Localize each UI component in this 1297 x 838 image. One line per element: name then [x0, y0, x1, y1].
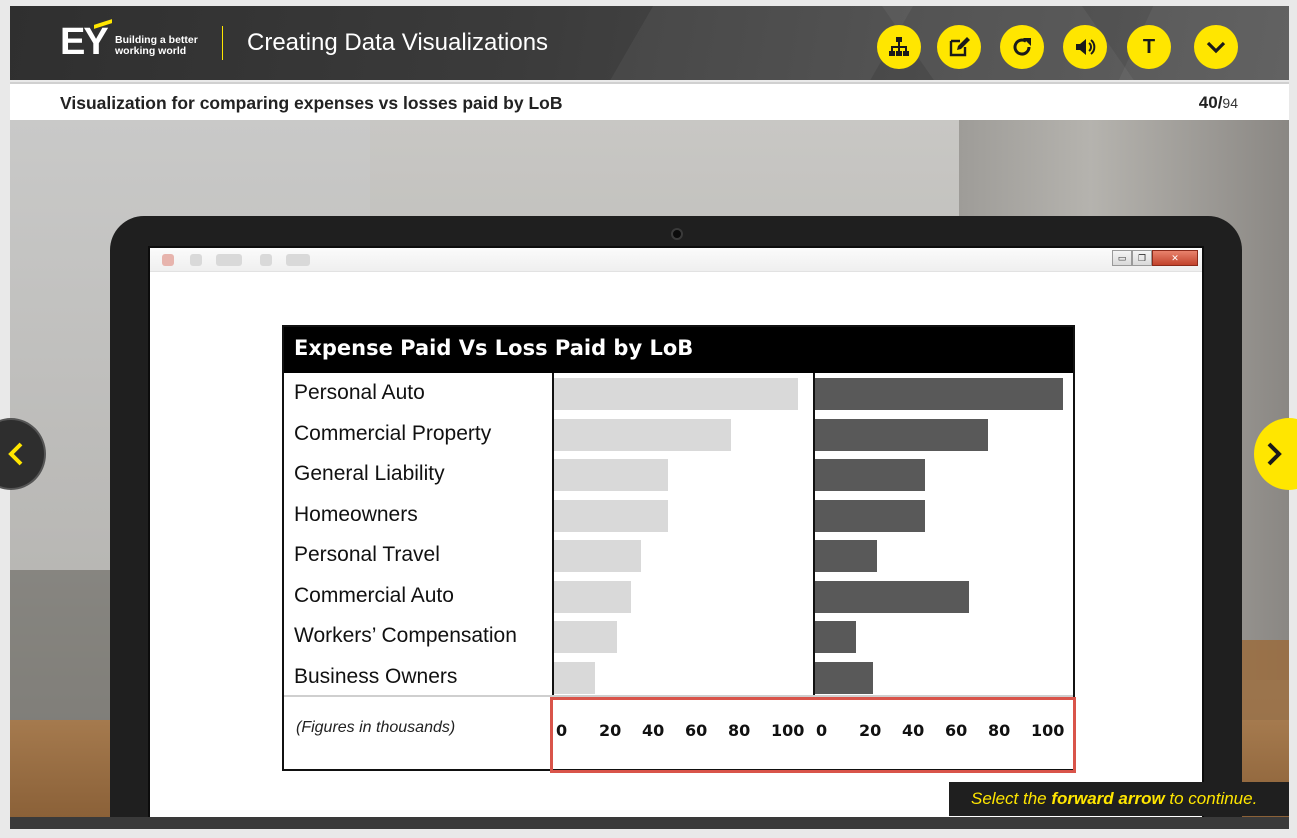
audio-button[interactable] — [1063, 25, 1107, 69]
laptop: ▭ ❐ ✕ Expense Paid Vs Loss Paid by LoB (… — [110, 216, 1242, 817]
chart-footnote: (Figures in thousands) — [296, 719, 456, 736]
webcam — [671, 228, 683, 240]
category-label: Commercial Property — [294, 421, 492, 445]
loss-bar — [815, 621, 856, 653]
loss-bar — [815, 499, 926, 532]
t-letter-icon: T — [1142, 35, 1156, 58]
header-divider — [222, 26, 223, 60]
category-label: Personal Travel — [294, 543, 440, 566]
category-label: Workers’ Compensation — [294, 624, 517, 647]
expense-axis-tick: 40 — [642, 721, 665, 740]
more-button[interactable] — [1194, 25, 1238, 69]
expense-axis-tick: 0 — [556, 721, 568, 740]
speaker-icon — [1076, 39, 1096, 55]
chart-title: Expense Paid Vs Loss Paid by LoB — [284, 327, 1073, 373]
close-button[interactable]: ✕ — [1152, 250, 1198, 266]
loss-axis-tick: 80 — [988, 721, 1011, 740]
powerpoint-titlebar: ▭ ❐ ✕ — [150, 248, 1202, 272]
edit-icon — [949, 37, 970, 57]
category-label: General Liability — [294, 462, 445, 485]
loss-axis-tick: 40 — [902, 721, 925, 740]
chevron-left-icon — [8, 442, 23, 466]
chevron-right-icon — [1267, 442, 1282, 466]
loss-axis-tick: 0 — [816, 721, 828, 740]
expense-bar — [554, 661, 596, 694]
laptop-screen: ▭ ❐ ✕ Expense Paid Vs Loss Paid by LoB (… — [148, 246, 1204, 817]
loss-bar — [815, 378, 1063, 410]
continue-prompt: Select the forward arrow to continue. — [949, 782, 1289, 816]
restore-button[interactable]: ❐ — [1132, 250, 1152, 266]
expense-axis-tick: 100 — [771, 721, 805, 740]
sitemap-icon — [889, 37, 909, 56]
course-title: Creating Data Visualizations — [247, 29, 549, 56]
loss-bar — [815, 580, 969, 613]
category-label: Business Owners — [294, 664, 458, 688]
course-header: EY Building a better working world Creati… — [10, 6, 1289, 80]
replay-button[interactable] — [1000, 25, 1044, 69]
category-label: Commercial Auto — [294, 583, 454, 607]
loss-bar — [815, 418, 988, 451]
menu-button[interactable] — [877, 25, 921, 69]
refresh-icon — [1013, 38, 1031, 56]
expense-bar — [554, 621, 617, 653]
chevron-down-icon — [1206, 41, 1226, 54]
loss-axis-tick: 100 — [1031, 721, 1065, 740]
category-label: Homeowners — [294, 502, 418, 526]
expense-axis-tick: 80 — [728, 721, 751, 740]
slide-title-bar: Visualization for comparing expenses vs … — [10, 82, 1289, 120]
loss-bar — [815, 540, 878, 572]
expense-axis-tick: 20 — [599, 721, 622, 740]
loss-axis-tick: 60 — [945, 721, 968, 740]
slide-scene: ▭ ❐ ✕ Expense Paid Vs Loss Paid by LoB (… — [10, 120, 1289, 817]
category-label: Personal Auto — [294, 381, 425, 404]
loss-bar — [815, 661, 873, 694]
loss-bar — [815, 459, 926, 491]
expense-bar — [554, 580, 632, 613]
minimize-button[interactable]: ▭ — [1112, 250, 1132, 266]
expense-loss-chart: Expense Paid Vs Loss Paid by LoB (Figure… — [282, 325, 1076, 773]
transcript-button[interactable]: T — [1127, 25, 1171, 69]
expense-bar — [554, 459, 668, 491]
expense-bar — [554, 378, 799, 410]
expense-bar — [554, 540, 642, 572]
expense-bar — [554, 499, 668, 532]
notes-button[interactable] — [937, 25, 981, 69]
page-counter: 40/94 — [1198, 93, 1238, 112]
expense-bar — [554, 418, 731, 451]
ey-logo: EY Building a better working world — [60, 19, 198, 63]
footer-strip — [10, 817, 1289, 829]
loss-axis-tick: 20 — [859, 721, 882, 740]
expense-axis-tick: 60 — [685, 721, 708, 740]
slide-title: Visualization for comparing expenses vs … — [60, 93, 563, 113]
